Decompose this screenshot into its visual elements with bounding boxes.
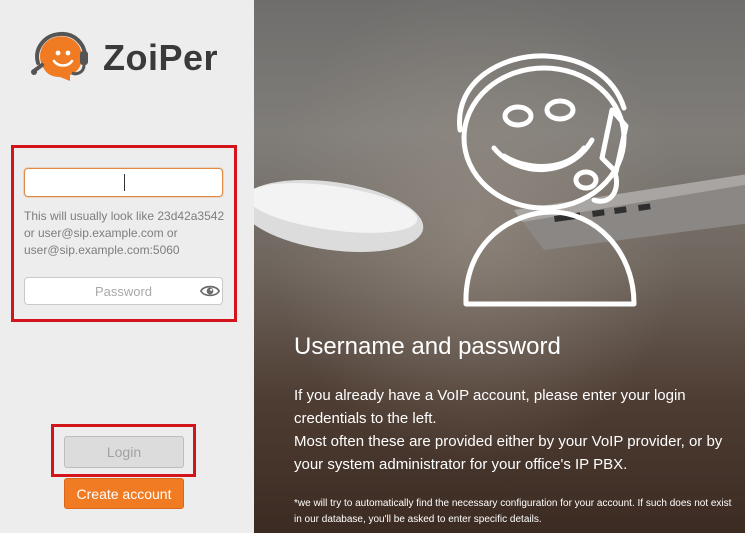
zoiper-logo: ZoiPer xyxy=(30,29,230,83)
info-line-1: If you already have a VoIP account, plea… xyxy=(294,387,686,427)
eye-icon[interactable] xyxy=(200,282,220,300)
headset-logo-icon xyxy=(31,31,88,81)
info-panel: Username and password If you already hav… xyxy=(254,0,745,533)
username-hint: This will usually look like 23d42a3542 o… xyxy=(24,209,225,257)
info-line-2: Most often these are provided either by … xyxy=(294,433,723,473)
headset-mascot-illustration xyxy=(457,53,637,307)
password-field[interactable] xyxy=(24,277,223,305)
login-panel: ZoiPer This will usually look like 23d42… xyxy=(0,0,254,533)
info-description: If you already have a VoIP account, plea… xyxy=(294,384,739,476)
brand-name: ZoiPer xyxy=(103,37,219,78)
mouse-image xyxy=(254,179,424,253)
text-cursor xyxy=(124,174,125,191)
info-title: Username and password xyxy=(294,333,561,360)
login-button[interactable]: Login xyxy=(64,436,184,468)
info-footnote: *we will try to automatically find the n… xyxy=(294,498,732,525)
create-account-button[interactable]: Create account xyxy=(64,478,184,509)
